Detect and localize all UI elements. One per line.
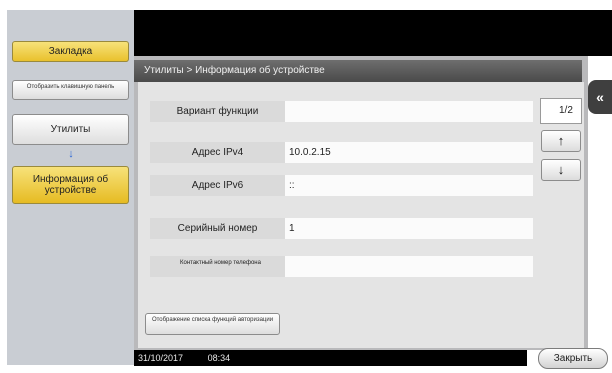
page-indicator: 1/2 bbox=[540, 98, 582, 124]
status-date: 31/10/2017 bbox=[138, 353, 184, 363]
row-label-serial: Серийный номер bbox=[150, 218, 285, 239]
row-label-ipv4: Адрес IPv4 bbox=[150, 142, 285, 163]
show-auth-functions-button[interactable]: Отображение списка функций авторизации bbox=[145, 313, 280, 335]
sidebar: Закладка Отобразить клавишную панель Ути… bbox=[7, 10, 134, 365]
arrow-down-icon: ↓ bbox=[557, 162, 565, 177]
status-bar: 31/10/2017 08:34 bbox=[134, 350, 527, 366]
arrow-up-icon: ↑ bbox=[557, 133, 565, 148]
double-chevron-left-icon: « bbox=[596, 89, 604, 105]
bookmark-button[interactable]: Закладка bbox=[12, 41, 129, 62]
screen: Закладка Отобразить клавишную панель Ути… bbox=[0, 0, 612, 373]
arrow-down-icon: ↓ bbox=[68, 148, 74, 160]
device-info-button[interactable]: Информация об устройстве bbox=[12, 166, 129, 204]
collapse-button[interactable]: « bbox=[588, 80, 612, 114]
row-label-ipv6: Адрес IPv6 bbox=[150, 175, 285, 196]
show-keypad-button[interactable]: Отобразить клавишную панель bbox=[12, 80, 129, 100]
breadcrumb: Утилиты > Информация об устройстве bbox=[134, 60, 582, 82]
row-label-function: Вариант функции bbox=[150, 101, 285, 122]
utility-button[interactable]: Утилиты bbox=[12, 114, 129, 145]
close-button[interactable]: Закрыть bbox=[538, 348, 608, 369]
top-bar bbox=[134, 10, 612, 56]
row-value-function bbox=[285, 101, 533, 122]
page-down-button[interactable]: ↓ bbox=[541, 159, 581, 181]
row-value-ipv6: :: bbox=[285, 175, 533, 196]
row-value-phone bbox=[285, 256, 533, 277]
row-value-ipv4: 10.0.2.15 bbox=[285, 142, 533, 163]
page-up-button[interactable]: ↑ bbox=[541, 130, 581, 152]
row-value-serial: 1 bbox=[285, 218, 533, 239]
status-time: 08:34 bbox=[207, 353, 231, 363]
row-label-phone: Контактный номер телефона bbox=[150, 256, 285, 277]
